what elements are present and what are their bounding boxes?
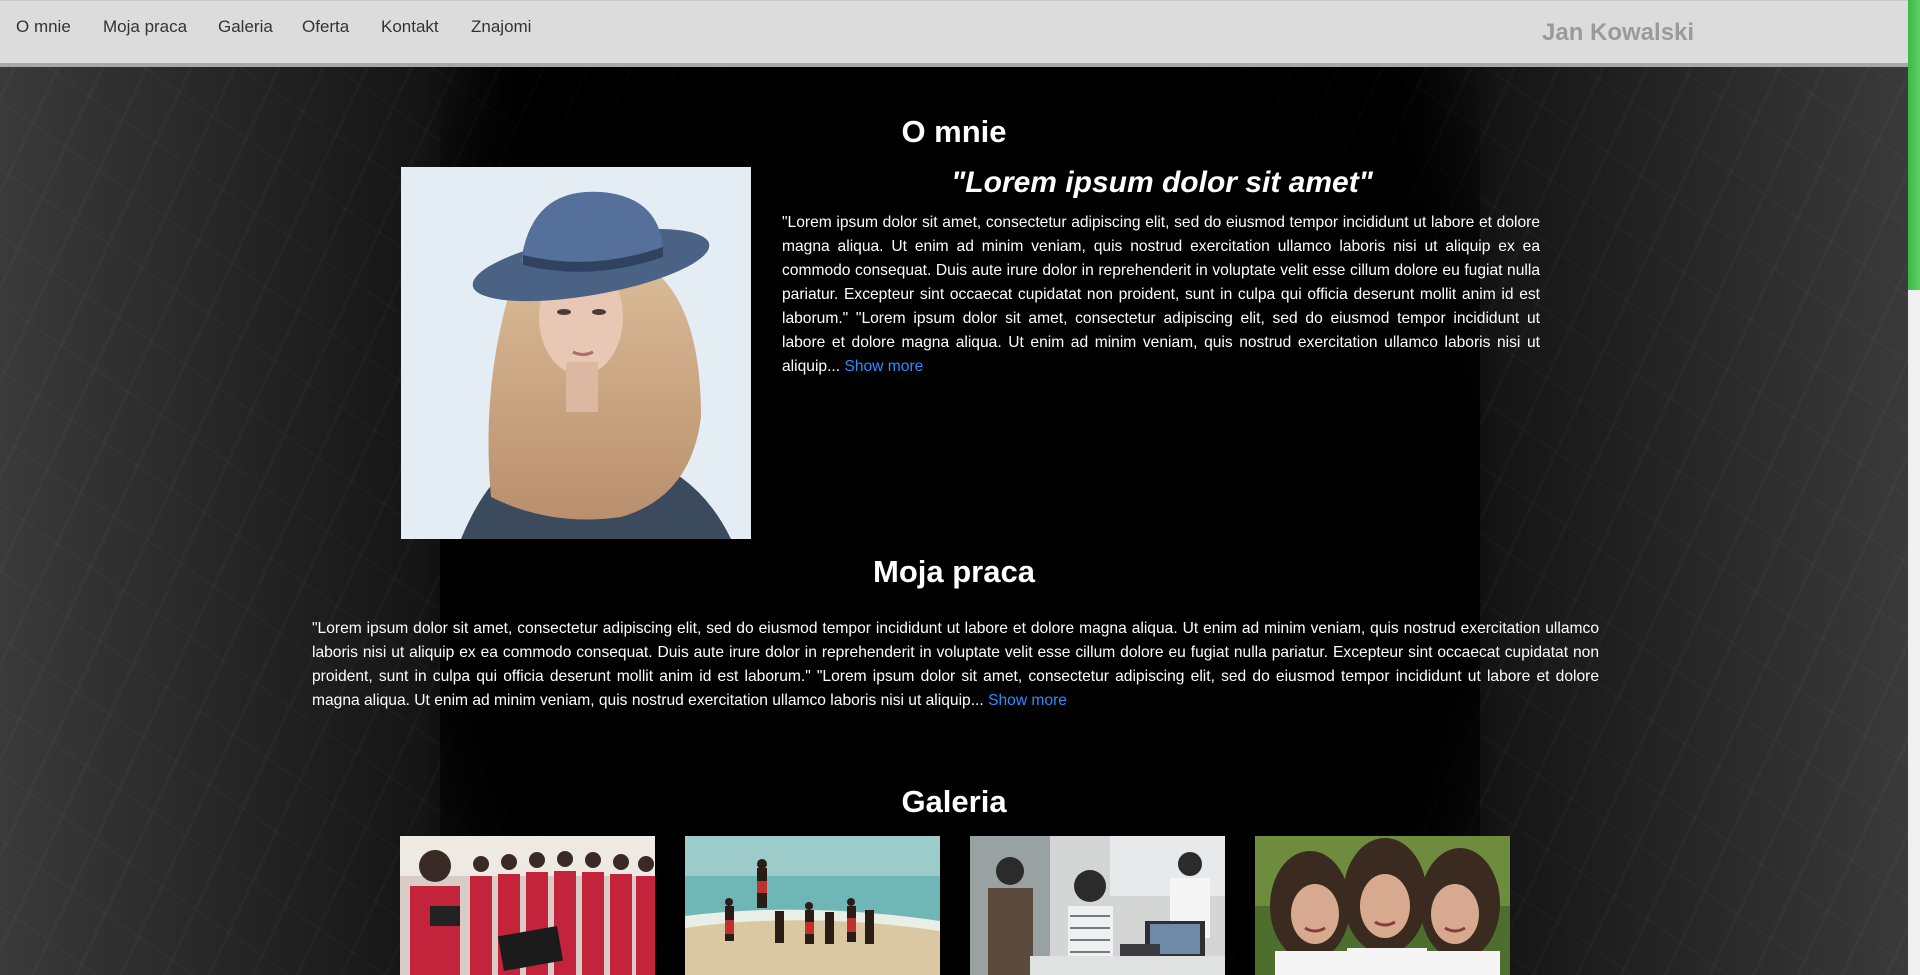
nav-item-o-mnie[interactable]: O mnie	[16, 17, 71, 37]
about-text-body: "Lorem ipsum dolor sit amet, consectetur…	[782, 214, 1540, 375]
nav-item-znajomi[interactable]: Znajomi	[471, 17, 531, 37]
gallery-image-office[interactable]	[970, 836, 1225, 975]
gallery-image-beach[interactable]	[685, 836, 940, 975]
nav-item-galeria[interactable]: Galeria	[218, 17, 273, 37]
work-show-more-link[interactable]: Show more	[988, 692, 1067, 709]
portrait-photo	[401, 167, 751, 539]
work-text-body: "Lorem ipsum dolor sit amet, consectetur…	[312, 620, 1599, 709]
nav-item-oferta[interactable]: Oferta	[302, 17, 349, 37]
gallery-heading: Galeria	[901, 784, 1007, 819]
about-quote: "Lorem ipsum dolor sit amet"	[951, 166, 1373, 199]
nav-item-moja-praca[interactable]: Moja praca	[103, 17, 187, 37]
nav-item-kontakt[interactable]: Kontakt	[381, 17, 439, 37]
gallery-image-friends[interactable]	[1255, 836, 1510, 975]
about-heading: O mnie	[901, 114, 1007, 149]
about-show-more-link[interactable]: Show more	[844, 358, 923, 375]
work-text: "Lorem ipsum dolor sit amet, consectetur…	[312, 617, 1599, 713]
gallery-image-choir[interactable]	[400, 836, 655, 975]
navbar: O mnie Moja praca Galeria Oferta Kontakt…	[0, 0, 1908, 63]
about-text: "Lorem ipsum dolor sit amet, consectetur…	[782, 211, 1540, 379]
scrollbar-thumb[interactable]	[1908, 0, 1920, 290]
work-heading: Moja praca	[873, 554, 1035, 589]
brand-name[interactable]: Jan Kowalski	[1542, 19, 1694, 47]
